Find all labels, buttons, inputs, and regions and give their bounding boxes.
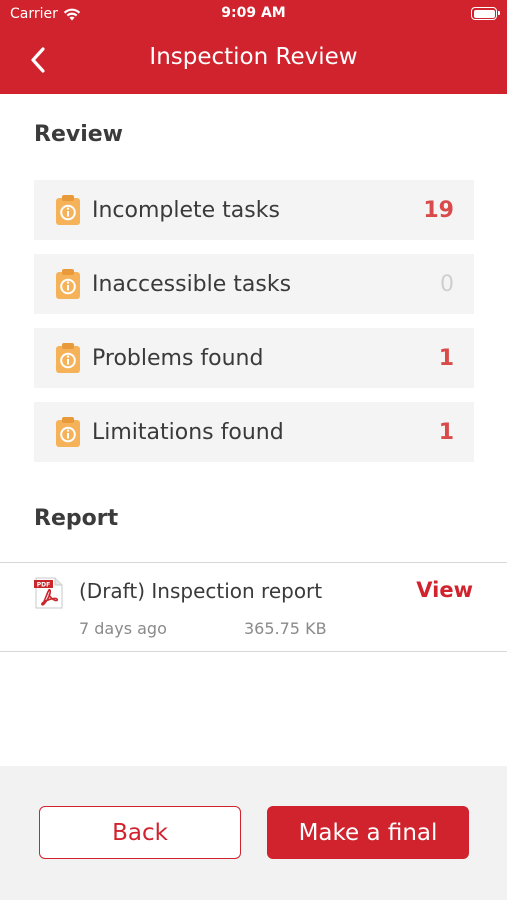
divider [0, 651, 507, 652]
review-row-label: Limitations found [92, 419, 284, 445]
view-report-link[interactable]: View [416, 578, 473, 602]
review-row-incomplete-tasks[interactable]: Incomplete tasks 19 [34, 180, 474, 240]
clipboard-info-icon [52, 414, 84, 450]
review-row-problems-found[interactable]: Problems found 1 [34, 328, 474, 388]
make-final-button[interactable]: Make a final [267, 806, 469, 859]
clipboard-info-icon [52, 340, 84, 376]
report-age: 7 days ago [79, 619, 167, 638]
status-bar: Carrier 9:09 AM [0, 0, 507, 28]
battery-icon [471, 7, 500, 20]
svg-text:PDF: PDF [37, 582, 50, 589]
navigation-bar: Inspection Review [0, 38, 507, 82]
clipboard-info-icon [52, 266, 84, 302]
status-time: 9:09 AM [221, 5, 286, 21]
review-heading: Review [34, 122, 123, 147]
review-row-count: 0 [440, 271, 454, 297]
app-header: Carrier 9:09 AM Inspection Review [0, 0, 507, 94]
review-row-inaccessible-tasks[interactable]: Inaccessible tasks 0 [34, 254, 474, 314]
footer-bar: Back Make a final [0, 766, 507, 900]
report-size: 365.75 KB [244, 619, 327, 638]
review-row-count: 1 [438, 345, 454, 371]
pdf-file-icon: PDF [34, 577, 63, 609]
page-title: Inspection Review [149, 44, 358, 70]
review-row-label: Problems found [92, 345, 264, 371]
clipboard-info-icon [52, 192, 84, 228]
review-row-count: 19 [423, 197, 454, 223]
report-list-item[interactable]: PDF (Draft) Inspection report View 7 day… [0, 563, 507, 651]
review-row-count: 1 [438, 419, 454, 445]
review-row-label: Inaccessible tasks [92, 271, 292, 297]
back-button[interactable]: Back [39, 806, 241, 859]
review-row-limitations-found[interactable]: Limitations found 1 [34, 402, 474, 462]
report-title: (Draft) Inspection report [79, 579, 323, 603]
review-row-label: Incomplete tasks [92, 197, 280, 223]
report-heading: Report [34, 506, 119, 531]
